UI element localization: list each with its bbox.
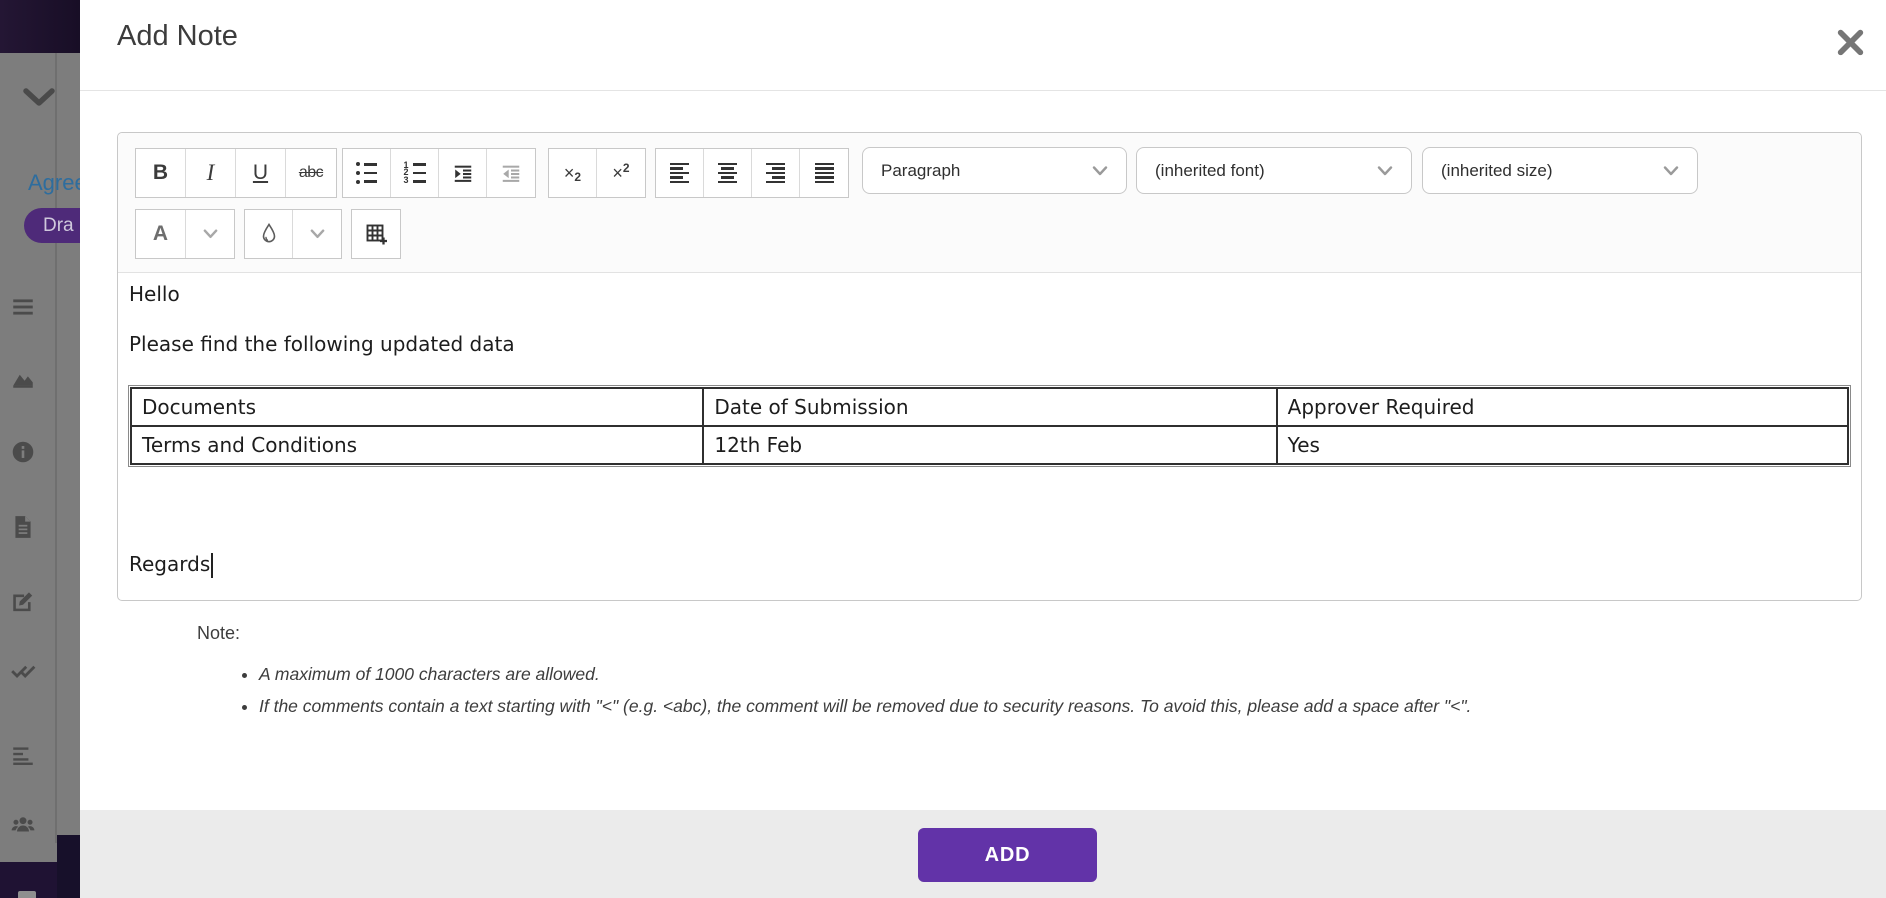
info-icon xyxy=(10,439,36,465)
close-icon[interactable] xyxy=(1834,26,1866,58)
table-header-cell[interactable]: Date of Submission xyxy=(703,388,1276,426)
subscript-button[interactable]: ×2 xyxy=(549,149,597,197)
outdent-icon[interactable] xyxy=(487,149,535,197)
align-group xyxy=(655,148,849,198)
agreement-link: Agree xyxy=(28,170,80,196)
format-group: B I U abc xyxy=(135,148,337,198)
note-label: Note: xyxy=(197,623,240,644)
app-bottom-bar-right xyxy=(57,835,80,898)
rich-text-editor: B I U abc 123 xyxy=(117,132,1862,601)
modal-title: Add Note xyxy=(117,20,238,53)
font-size-select[interactable]: (inherited size) xyxy=(1422,147,1698,194)
editor-table[interactable]: Documents Date of Submission Approver Re… xyxy=(130,387,1849,465)
bottom-tab xyxy=(18,891,36,898)
bold-button[interactable]: B xyxy=(136,149,186,197)
align-justify-icon[interactable] xyxy=(800,149,848,197)
text-color-button[interactable]: A xyxy=(136,210,186,258)
align-left-icon[interactable] xyxy=(656,149,704,197)
script-group: ×2 ×2 xyxy=(548,148,646,198)
screen: Agree Dra Add Note xyxy=(0,0,1886,898)
bullet-list-icon[interactable] xyxy=(343,149,391,197)
text-color-chevron-icon[interactable] xyxy=(186,210,234,258)
table-header-row: Documents Date of Submission Approver Re… xyxy=(131,388,1848,426)
bg-color-group xyxy=(244,209,342,259)
background-app-strip: Agree Dra xyxy=(0,0,80,898)
note-list: A maximum of 1000 characters are allowed… xyxy=(197,658,1857,722)
double-check-icon xyxy=(10,657,36,683)
modal-footer: ADD xyxy=(80,810,1886,898)
bg-color-chevron-icon[interactable] xyxy=(293,210,341,258)
indent-icon[interactable] xyxy=(439,149,487,197)
editor-content-area[interactable]: Hello Please find the following updated … xyxy=(118,274,1861,602)
table-cell[interactable]: 12th Feb xyxy=(703,426,1276,464)
table-cell[interactable]: Yes xyxy=(1277,426,1848,464)
edit-icon xyxy=(10,588,36,614)
document-icon xyxy=(10,514,36,540)
insert-table-group xyxy=(351,209,401,259)
editor-paragraph: Please find the following updated data xyxy=(129,332,515,356)
app-top-bar xyxy=(0,0,80,53)
insert-table-icon[interactable] xyxy=(352,210,400,258)
table-header-cell[interactable]: Documents xyxy=(131,388,703,426)
align-center-icon[interactable] xyxy=(704,149,752,197)
note-bullet: If the comments contain a text starting … xyxy=(259,690,1857,722)
chart-icon xyxy=(10,365,36,391)
text-color-group: A xyxy=(135,209,235,259)
chevron-down-icon xyxy=(1663,166,1679,176)
chevron-down-icon xyxy=(1092,166,1108,176)
note-bullet: A maximum of 1000 characters are allowed… xyxy=(259,658,1857,690)
droplet-icon[interactable] xyxy=(245,210,293,258)
table-row: Terms and Conditions 12th Feb Yes xyxy=(131,426,1848,464)
text-cursor xyxy=(211,553,213,578)
italic-button[interactable]: I xyxy=(186,149,236,197)
status-badge: Dra xyxy=(24,208,80,243)
collapse-chevron-icon xyxy=(22,88,56,108)
numbered-list-icon[interactable]: 123 xyxy=(391,149,439,197)
editor-paragraph: Hello xyxy=(129,282,180,306)
align-left-icon xyxy=(10,742,36,768)
underline-button[interactable]: U xyxy=(236,149,286,197)
list-group: 123 xyxy=(342,148,536,198)
font-family-select[interactable]: (inherited font) xyxy=(1136,147,1412,194)
paragraph-select[interactable]: Paragraph xyxy=(862,147,1127,194)
people-icon xyxy=(10,812,36,838)
strikethrough-button[interactable]: abc xyxy=(286,149,336,197)
table-header-cell[interactable]: Approver Required xyxy=(1277,388,1848,426)
add-button[interactable]: ADD xyxy=(918,828,1097,882)
table-cell[interactable]: Terms and Conditions xyxy=(131,426,703,464)
add-note-modal: Add Note B I U abc 123 xyxy=(80,0,1886,898)
align-right-icon[interactable] xyxy=(752,149,800,197)
superscript-button[interactable]: ×2 xyxy=(597,149,645,197)
chevron-down-icon xyxy=(1377,166,1393,176)
menu-icon xyxy=(10,294,36,320)
header-divider xyxy=(80,90,1886,91)
editor-paragraph: Regards xyxy=(129,552,213,578)
